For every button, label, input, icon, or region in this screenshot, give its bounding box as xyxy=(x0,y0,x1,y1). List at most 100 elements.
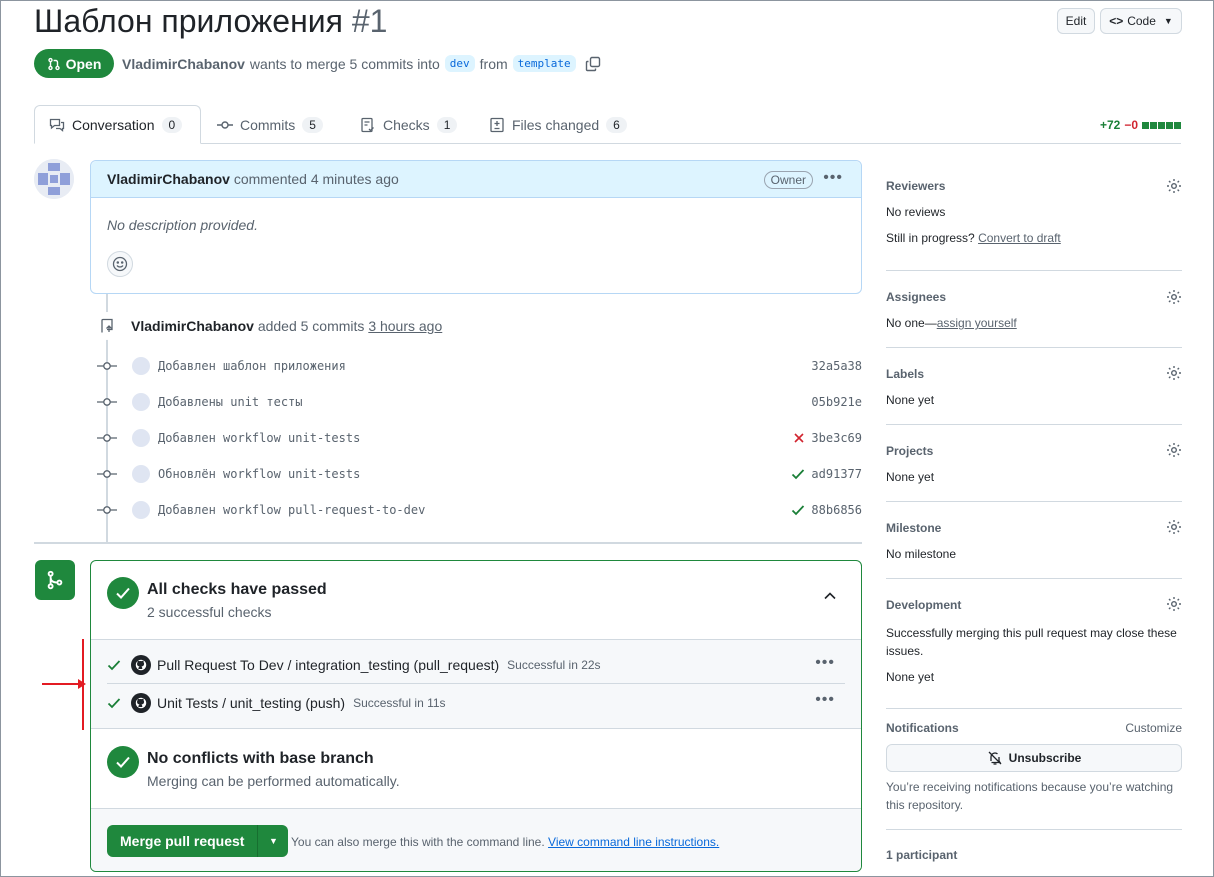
merge-status-badge xyxy=(35,560,75,600)
annotation-arrow xyxy=(42,679,86,689)
code-button[interactable]: <> Code ▼ xyxy=(1100,8,1182,34)
merge-button-group: Merge pull request ▼ xyxy=(107,825,289,857)
event-author[interactable]: VladimirChabanov xyxy=(131,318,254,334)
convert-to-draft-link[interactable]: Convert to draft xyxy=(978,231,1061,245)
sidebar-extra: None yet xyxy=(886,670,935,684)
commit-sha[interactable]: 05b921e xyxy=(811,395,862,409)
kebab-icon[interactable]: ••• xyxy=(815,654,835,672)
status-label: Open xyxy=(65,55,102,72)
gear-icon[interactable] xyxy=(1166,289,1182,305)
page-title: Шаблон приложения #1 xyxy=(34,3,387,40)
github-actions-icon xyxy=(131,692,151,713)
sha-text: 32a5a38 xyxy=(811,359,862,373)
avatar[interactable] xyxy=(132,429,150,447)
section-divider xyxy=(34,542,862,544)
base-branch[interactable]: dev xyxy=(444,55,475,72)
customize-link[interactable]: Customize xyxy=(1125,721,1182,735)
commit-message[interactable]: Добавлен workflow unit-tests xyxy=(158,431,793,445)
commit-node-icon xyxy=(97,470,117,478)
comment-author[interactable]: VladimirChabanov xyxy=(107,171,230,187)
pr-author-link[interactable]: VladimirChabanov xyxy=(122,56,245,72)
commit-row: Обновлён workflow unit-tests ad91377 xyxy=(97,464,862,484)
avatar[interactable] xyxy=(132,393,150,411)
tab-files-changed[interactable]: Files changed 6 xyxy=(475,105,641,144)
avatar[interactable] xyxy=(132,465,150,483)
avatar[interactable] xyxy=(132,501,150,519)
sidebar-development: Development Successfully merging this pu… xyxy=(886,579,1182,709)
gear-icon[interactable] xyxy=(1166,178,1182,194)
code-label: Code xyxy=(1127,14,1156,28)
commit-message[interactable]: Добавлен шаблон приложения xyxy=(158,359,811,373)
gear-icon[interactable] xyxy=(1166,365,1182,381)
comment-time[interactable]: commented 4 minutes ago xyxy=(234,171,399,187)
checks-list: Pull Request To Dev / integration_testin… xyxy=(91,639,861,729)
chevron-up-icon[interactable] xyxy=(823,591,837,601)
participants-title: 1 participant xyxy=(886,848,958,862)
merge-options-button[interactable]: ▼ xyxy=(258,825,289,857)
kebab-icon[interactable]: ••• xyxy=(823,169,843,187)
avatar[interactable] xyxy=(34,159,74,199)
tab-commits[interactable]: Commits 5 xyxy=(203,105,337,144)
unsubscribe-button[interactable]: Unsubscribe xyxy=(886,744,1182,772)
tab-count: 6 xyxy=(606,116,627,133)
sidebar-title[interactable]: Assignees xyxy=(886,290,946,304)
merge-box: All checks have passed 2 successful chec… xyxy=(90,560,862,872)
commit-row: Добавлен workflow unit-tests 3be3c69 xyxy=(97,428,862,448)
conflicts-title: No conflicts with base branch xyxy=(147,750,374,767)
notifications-note: You’re receiving notifications because y… xyxy=(886,780,1174,812)
check-name: Pull Request To Dev / integration_testin… xyxy=(157,657,500,673)
commit-node-icon xyxy=(97,362,117,370)
avatar[interactable] xyxy=(132,357,150,375)
check-item[interactable]: Pull Request To Dev / integration_testin… xyxy=(107,647,845,684)
merge-pull-request-button[interactable]: Merge pull request xyxy=(107,825,259,857)
commit-message[interactable]: Обновлён workflow unit-tests xyxy=(158,467,791,481)
gear-icon[interactable] xyxy=(1166,442,1182,458)
assign-yourself-link[interactable]: assign yourself xyxy=(937,316,1017,330)
sidebar-value: No milestone xyxy=(886,547,957,561)
command-line-link[interactable]: View command line instructions. xyxy=(548,835,719,849)
kebab-icon[interactable]: ••• xyxy=(815,691,835,709)
gear-icon[interactable] xyxy=(1166,596,1182,612)
tab-conversation[interactable]: Conversation 0 xyxy=(34,105,201,144)
sidebar-milestone: Milestone No milestone xyxy=(886,502,1182,579)
head-branch[interactable]: template xyxy=(512,55,576,72)
x-icon[interactable] xyxy=(793,432,805,444)
pr-meta: VladimirChabanov wants to merge 5 commit… xyxy=(122,55,601,72)
check-icon[interactable] xyxy=(791,504,805,516)
edit-button[interactable]: Edit xyxy=(1057,8,1095,34)
identicon-icon xyxy=(34,159,74,199)
commit-sha[interactable]: 32a5a38 xyxy=(811,359,862,373)
pull-request-icon xyxy=(47,57,60,70)
pr-title: Шаблон приложения xyxy=(34,3,343,39)
tab-label: Checks xyxy=(383,116,430,133)
checks-title: All checks have passed xyxy=(147,581,327,598)
copy-icon[interactable] xyxy=(585,56,601,72)
commit-sha[interactable]: ad91377 xyxy=(791,467,862,481)
sidebar-title[interactable]: Labels xyxy=(886,367,924,381)
commit-sha[interactable]: 3be3c69 xyxy=(793,431,862,445)
merge-footer: Merge pull request ▼ You can also merge … xyxy=(91,808,861,871)
commit-node-icon xyxy=(97,506,117,514)
gear-icon[interactable] xyxy=(1166,519,1182,535)
sidebar-title[interactable]: Milestone xyxy=(886,521,941,535)
sidebar-title[interactable]: Development xyxy=(886,598,961,612)
check-circle-icon xyxy=(107,577,139,609)
sidebar-reviewers: Reviewers No reviews Still in progress? … xyxy=(886,169,1182,271)
check-icon[interactable] xyxy=(791,468,805,480)
sha-text: 3be3c69 xyxy=(811,431,862,445)
sidebar-title[interactable]: Projects xyxy=(886,444,933,458)
tab-count: 1 xyxy=(436,116,458,133)
add-reaction-button[interactable] xyxy=(107,251,133,277)
commit-message[interactable]: Добавлен workflow pull-request-to-dev xyxy=(158,503,791,517)
commit-icon xyxy=(217,120,233,129)
tab-count: 0 xyxy=(161,116,183,133)
commit-sha[interactable]: 88b6856 xyxy=(791,503,862,517)
comment-header: VladimirChabanov commented 4 minutes ago xyxy=(91,161,861,198)
event-time[interactable]: 3 hours ago xyxy=(368,318,442,334)
sidebar-title[interactable]: Reviewers xyxy=(886,179,945,193)
sidebar-value: Successfully merging this pull request m… xyxy=(886,626,1177,658)
tab-checks[interactable]: Checks 1 xyxy=(346,105,471,144)
check-item[interactable]: Unit Tests / unit_testing (push) Success… xyxy=(107,684,845,721)
check-status: Successful in 22s xyxy=(507,658,601,672)
commit-message[interactable]: Добавлены unit тесты xyxy=(158,395,811,409)
